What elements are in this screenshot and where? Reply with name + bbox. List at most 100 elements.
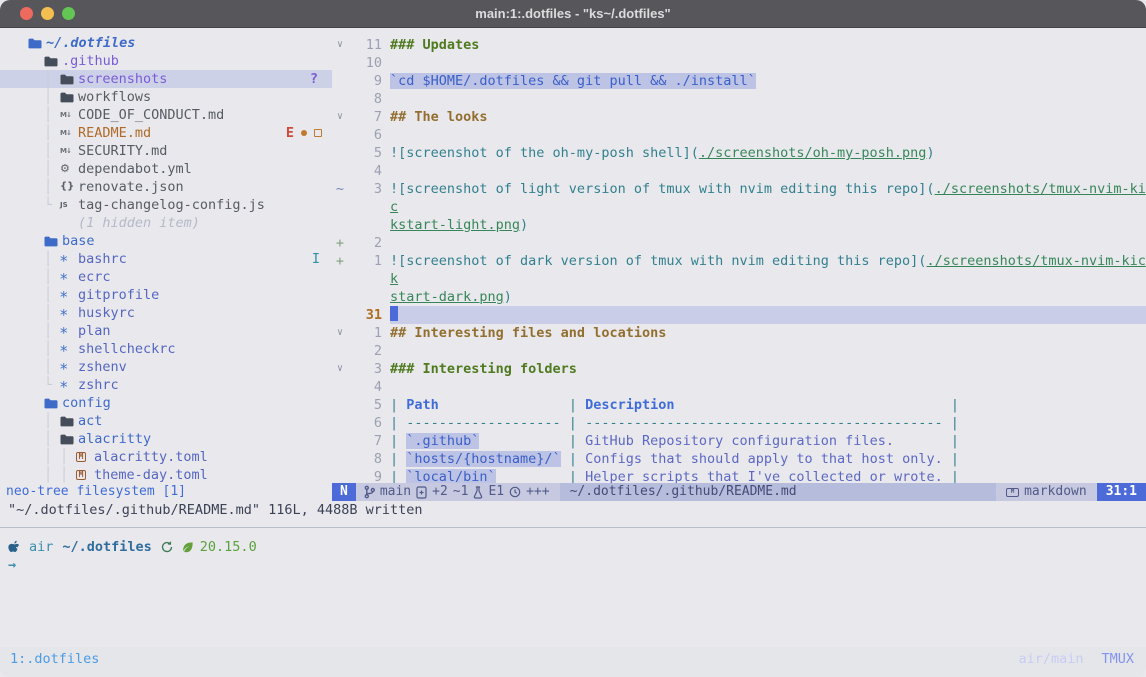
syntax-pipe: | (390, 433, 406, 449)
tree-guide: │ (44, 268, 60, 286)
editor-line[interactable]: 6| ------------------- | ---------------… (332, 414, 1146, 432)
tree-item-config[interactable]: config (0, 394, 332, 412)
tree-item-alacritty[interactable]: │alacritty (0, 430, 332, 448)
git-sign: ~ (332, 180, 348, 234)
editor-pane[interactable]: ∨11### Updates109`cd $HOME/.dotfiles && … (332, 28, 1146, 483)
text-cursor (390, 306, 398, 321)
neotree-status-label: neo-tree filesystem [1] (6, 483, 186, 501)
tree-item-zshenv[interactable]: │*zshenv (0, 358, 332, 376)
editor-line[interactable]: 4 (332, 162, 1146, 180)
editor-line[interactable]: 2 (332, 342, 1146, 360)
line-text: ![screenshot of the oh-my-posh shell](./… (390, 144, 1146, 162)
editor-line[interactable]: ∨3### Interesting folders (332, 360, 1146, 378)
editor-current-line[interactable]: 31 (332, 306, 1146, 324)
editor-line[interactable]: ~3![screenshot of light version of tmux … (332, 180, 1146, 234)
neotree-file-tree[interactable]: ~/.dotfiles.github│screenshots?│workflow… (0, 28, 332, 483)
syntax-td: GitHub Repository configuration files. (585, 433, 894, 449)
javascript-icon: JS (60, 196, 76, 214)
tree-item-github[interactable]: .github (0, 52, 332, 70)
line-text: ## The looks (390, 108, 1146, 126)
tmux-window-tab[interactable]: 1:.dotfiles (10, 650, 99, 668)
tree-guide: │ (44, 466, 60, 483)
titlebar: main:1:.dotfiles - "ks~/.dotfiles" (0, 0, 1146, 28)
fold-marker-icon: ∨ (332, 360, 348, 378)
tree-guide: │ (60, 466, 76, 483)
tree-item-plan[interactable]: │*plan (0, 322, 332, 340)
tree-item-ecrc[interactable]: │*ecrc (0, 268, 332, 286)
editor-line[interactable]: 10 (332, 54, 1146, 72)
editor-line[interactable]: 8 (332, 90, 1146, 108)
syntax-md: ) (504, 289, 512, 305)
beaker-icon (473, 486, 483, 499)
line-number: 31 (348, 306, 382, 324)
syntax-link: ./screenshots/oh-my-posh.png (699, 145, 927, 161)
prompt-input-line[interactable]: → (0, 556, 1146, 574)
tree-guide: │ (44, 358, 60, 376)
tree-item-renovate-json[interactable]: │{}renovate.json (0, 178, 332, 196)
tree-item-zshrc[interactable]: └*zshrc (0, 376, 332, 394)
editor-line[interactable]: 4 (332, 378, 1146, 396)
diff-icon (416, 486, 427, 499)
tree-item-workflows[interactable]: │workflows (0, 88, 332, 106)
shell-prompt[interactable]: air ~/.dotfiles 20.15.0 (0, 538, 1146, 556)
statusline-filepath: ~/.dotfiles/.github/README.md (560, 483, 996, 501)
tree-item-label: alacritty.toml (94, 448, 208, 466)
syntax-plain (496, 469, 561, 483)
unstaged-square-icon (314, 129, 322, 137)
fold-marker-icon: ∨ (332, 108, 348, 126)
tree-item-dependabot-yml[interactable]: │⚙dependabot.yml (0, 160, 332, 178)
tree-item-alacritty-toml[interactable]: ││Malacritty.toml (0, 448, 332, 466)
tree-item-base[interactable]: base (0, 232, 332, 250)
mode-indicator: N (332, 483, 356, 501)
gutter-blank (332, 450, 348, 468)
editor-line[interactable]: ∨7## The looks (332, 108, 1146, 126)
tree-item-1-hidden-item[interactable]: (1 hidden item) (0, 214, 332, 232)
editor-line[interactable]: 9`cd $HOME/.dotfiles && git pull && ./in… (332, 72, 1146, 90)
tree-item-dotfiles[interactable]: ~/.dotfiles (0, 34, 332, 52)
tree-item-act[interactable]: │act (0, 412, 332, 430)
editor-line[interactable]: +1![screenshot of dark version of tmux w… (332, 252, 1146, 306)
line-number: 7 (348, 432, 382, 450)
tree-item-bashrc[interactable]: │*bashrcI (0, 250, 332, 268)
terminal-empty-area (0, 574, 1146, 647)
tree-item-shellcheckrc[interactable]: │*shellcheckrc (0, 340, 332, 358)
syntax-pipe: | (561, 469, 585, 483)
editor-line[interactable]: 9| `local/bin` | Helper scripts that I'v… (332, 468, 1146, 483)
line-number: 8 (348, 90, 382, 108)
folder-icon (60, 416, 76, 427)
editor-line[interactable]: 7| `.github` | GitHub Repository configu… (332, 432, 1146, 450)
tree-item-security-md[interactable]: │M↓SECURITY.md (0, 142, 332, 160)
tree-item-screenshots[interactable]: │screenshots? (0, 70, 332, 88)
tree-item-huskyrc[interactable]: │*huskyrc (0, 304, 332, 322)
editor-line[interactable]: 8| `hosts/{hostname}/` | Configs that sh… (332, 450, 1146, 468)
tree-item-code-of-conduct-md[interactable]: │M↓CODE_OF_CONDUCT.md (0, 106, 332, 124)
editor-line[interactable]: +2 (332, 234, 1146, 252)
error-count: E1 (488, 483, 504, 501)
syntax-pipe: | (561, 451, 585, 467)
folder-icon (60, 74, 76, 85)
line-text (390, 378, 1146, 396)
syntax-h3: ### Interesting folders (390, 361, 577, 377)
git-fetch-icon (161, 541, 173, 553)
tmux-pane-divider (0, 527, 1146, 528)
syntax-md: ) (520, 217, 528, 233)
tree-item-label: renovate.json (78, 178, 184, 196)
editor-line[interactable]: 6 (332, 126, 1146, 144)
syntax-plain (675, 397, 943, 413)
tree-item-tag-changelog-config-js[interactable]: └JStag-changelog-config.js (0, 196, 332, 214)
tree-item-readme-md[interactable]: │M↓README.mdE (0, 124, 332, 142)
tree-item-theme-day-toml[interactable]: ││Mtheme-day.toml (0, 466, 332, 483)
extra-flags: +++ (526, 483, 549, 501)
editor-line[interactable]: 5![screenshot of the oh-my-posh shell](.… (332, 144, 1146, 162)
editor-line[interactable]: ∨11### Updates (332, 36, 1146, 54)
cmdline-message: "~/.dotfiles/.github/README.md" 116L, 44… (0, 501, 1146, 519)
tmux-session-name: air/main (1018, 650, 1083, 668)
tree-guide: │ (44, 286, 60, 304)
tree-item-label: dependabot.yml (78, 160, 192, 178)
tree-item-gitprofile[interactable]: │*gitprofile (0, 286, 332, 304)
editor-line[interactable]: 5| Path | Description | (332, 396, 1146, 414)
line-number: 10 (348, 54, 382, 72)
syntax-pipe: | (943, 469, 959, 483)
editor-line[interactable]: ∨1## Interesting files and locations (332, 324, 1146, 342)
git-sign: + (332, 234, 348, 252)
